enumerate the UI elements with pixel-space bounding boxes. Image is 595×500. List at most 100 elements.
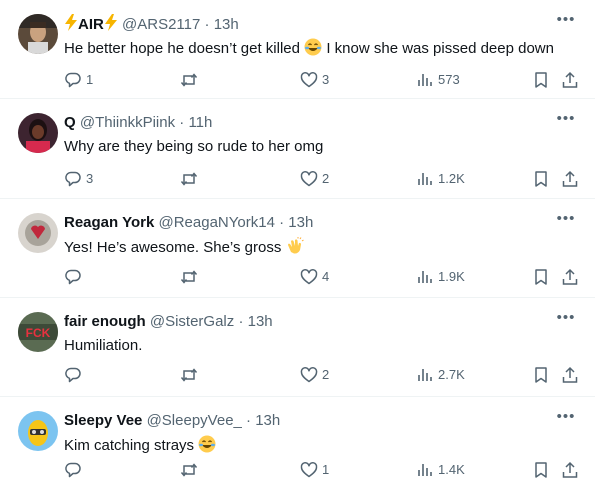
views-button[interactable]: 573 <box>416 70 460 90</box>
views-chart-icon <box>418 271 432 283</box>
tweet-header: AIR @ARS2117 · 13h <box>64 14 575 34</box>
views-button[interactable]: 1.2K <box>416 169 465 189</box>
reply-button[interactable] <box>64 460 86 480</box>
more-icon[interactable]: ••• <box>555 111 577 130</box>
lightning-bolt-icon <box>104 14 117 31</box>
reply-count: 3 <box>86 171 94 186</box>
views-button[interactable]: 1.9K <box>416 267 465 287</box>
share-button[interactable] <box>561 70 579 90</box>
reply-button[interactable] <box>64 267 86 287</box>
bookmark-button[interactable] <box>532 169 550 189</box>
like-button[interactable]: 3 <box>300 70 329 90</box>
tweet-content: AIR @ARS2117 · 13h He better hope he doe… <box>64 14 575 59</box>
display-name[interactable]: Sleepy Vee <box>64 412 142 429</box>
retweet-button[interactable] <box>180 460 202 480</box>
share-button[interactable] <box>561 365 579 385</box>
tweet[interactable]: Reagan York @ReagaNYork14 · 13h Yes! He’… <box>0 199 595 298</box>
bookmark-icon <box>535 171 547 187</box>
separator: · <box>279 214 285 231</box>
display-name[interactable]: Reagan York <box>64 214 154 231</box>
clapping-hands-icon <box>287 237 304 254</box>
like-count: 2 <box>322 367 330 382</box>
bookmark-button[interactable] <box>532 267 550 287</box>
face-with-tears-of-joy-icon <box>198 435 216 453</box>
view-count: 1.2K <box>438 171 465 186</box>
like-button[interactable]: 2 <box>300 169 329 189</box>
like-button[interactable]: 4 <box>300 267 329 287</box>
like-count: 3 <box>322 72 330 87</box>
heart-icon <box>300 72 318 88</box>
view-count: 2.7K <box>438 367 465 382</box>
tweet-actions: 3 2 1.2K <box>64 169 579 189</box>
retweet-button[interactable] <box>180 70 202 90</box>
reply-button[interactable] <box>64 365 86 385</box>
like-count: 2 <box>322 171 330 186</box>
retweet-icon <box>180 73 198 87</box>
share-button[interactable] <box>561 267 579 287</box>
display-name[interactable]: fair enough <box>64 313 146 330</box>
handle[interactable]: @ARS2117 <box>122 16 200 33</box>
views-button[interactable]: 1.4K <box>416 460 465 480</box>
views-chart-icon <box>418 369 432 381</box>
more-icon[interactable]: ••• <box>555 211 577 230</box>
bookmark-icon <box>535 269 547 285</box>
views-chart-icon <box>418 74 432 86</box>
tweet[interactable]: FCK fair enough @SisterGalz · 13h Humili… <box>0 298 595 397</box>
like-button[interactable]: 2 <box>300 365 329 385</box>
timestamp[interactable]: 13h <box>255 412 280 429</box>
bookmark-button[interactable] <box>532 460 550 480</box>
retweet-button[interactable] <box>180 169 202 189</box>
tweet-text: Why are they being so rude to her omg <box>64 138 324 155</box>
like-button[interactable]: 1 <box>300 460 329 480</box>
avatar[interactable]: FCK <box>18 312 58 352</box>
share-icon <box>562 71 578 88</box>
like-count: 1 <box>322 462 330 477</box>
separator: · <box>246 412 252 429</box>
lightning-bolt-icon <box>65 14 77 31</box>
tweet-text-part: Kim catching strays <box>64 437 199 454</box>
avatar[interactable] <box>18 213 58 253</box>
view-count: 573 <box>438 72 460 87</box>
handle[interactable]: @SisterGalz <box>150 313 234 330</box>
tweet[interactable]: Sleepy Vee @SleepyVee_ · 13h Kim catchin… <box>0 397 595 500</box>
retweet-icon <box>180 270 198 284</box>
avatar[interactable] <box>18 411 58 451</box>
handle[interactable]: @ReagaNYork14 <box>159 214 275 231</box>
tweet[interactable]: AIR @ARS2117 · 13h He better hope he doe… <box>0 0 595 99</box>
tweet-actions: 1 3 573 <box>64 70 579 90</box>
share-icon <box>562 366 578 383</box>
more-icon[interactable]: ••• <box>555 409 577 428</box>
share-button[interactable] <box>561 169 579 189</box>
timestamp[interactable]: 13h <box>288 214 313 231</box>
tweet-text-part: I know she was pissed deep down <box>322 40 554 57</box>
handle[interactable]: @SleepyVee_ <box>147 412 242 429</box>
tweet-text: Humiliation. <box>64 337 143 354</box>
separator: · <box>238 313 244 330</box>
reply-icon <box>65 269 81 285</box>
share-button[interactable] <box>561 460 579 480</box>
tweet[interactable]: Q @ThiinkkPiink · 11h Why are they being… <box>0 99 595 199</box>
timestamp[interactable]: 13h <box>214 16 239 33</box>
display-name[interactable]: Q <box>64 114 76 131</box>
tweet-actions: 2 2.7K <box>64 365 579 385</box>
more-icon[interactable]: ••• <box>555 12 577 31</box>
reply-button[interactable]: 1 <box>64 70 93 90</box>
timestamp[interactable]: 13h <box>248 313 273 330</box>
tweet-content: Q @ThiinkkPiink · 11h Why are they being… <box>64 113 575 157</box>
heart-icon <box>300 367 318 383</box>
timestamp[interactable]: 11h <box>188 114 212 131</box>
more-icon[interactable]: ••• <box>555 310 577 329</box>
retweet-button[interactable] <box>180 365 202 385</box>
tweet-text-part: Yes! He’s awesome. She’s gross <box>64 239 282 256</box>
reply-button[interactable]: 3 <box>64 169 93 189</box>
display-name[interactable]: AIR <box>78 16 104 33</box>
handle[interactable]: @ThiinkkPiink <box>80 114 175 131</box>
views-button[interactable]: 2.7K <box>416 365 465 385</box>
reply-count: 1 <box>86 72 94 87</box>
avatar[interactable] <box>18 113 58 153</box>
tweet-feed: AIR @ARS2117 · 13h He better hope he doe… <box>0 0 595 500</box>
bookmark-button[interactable] <box>532 70 550 90</box>
bookmark-button[interactable] <box>532 365 550 385</box>
avatar[interactable] <box>18 14 58 54</box>
retweet-button[interactable] <box>180 267 202 287</box>
